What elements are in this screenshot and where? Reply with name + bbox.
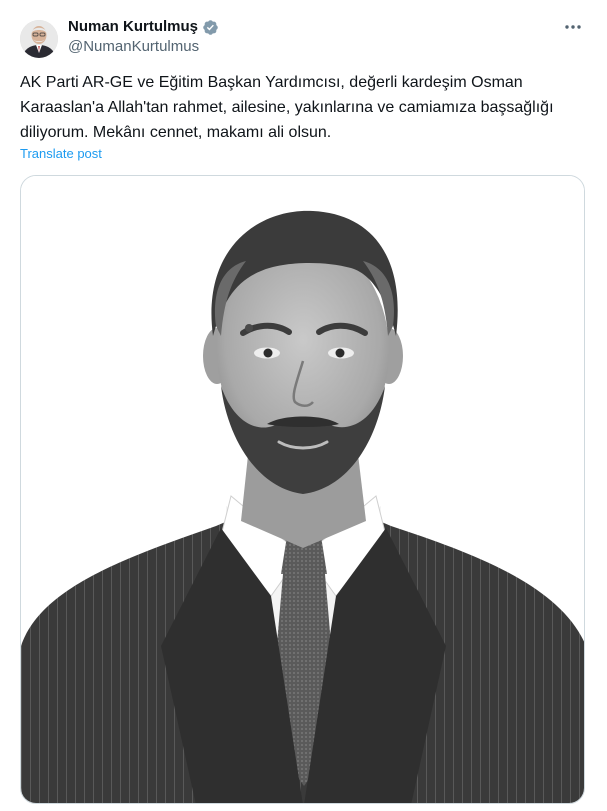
more-options-button[interactable] — [561, 17, 585, 37]
author-name-row: Numan Kurtulmuş — [68, 17, 219, 37]
more-horizontal-icon — [565, 25, 581, 29]
translate-post-link[interactable]: Translate post — [20, 146, 102, 162]
tweet-text: AK Parti AR-GE ve Eğitim Başkan Yardımcı… — [20, 74, 554, 141]
portrait-photo — [21, 176, 584, 803]
author-avatar[interactable] — [20, 20, 58, 58]
verified-badge-icon — [202, 19, 219, 36]
tweet-photo[interactable] — [20, 175, 585, 804]
author-handle[interactable]: @NumanKurtulmus — [68, 37, 199, 57]
tweet: Numan Kurtulmuş @NumanKurtulmus AK Parti… — [0, 0, 607, 811]
author-display-name[interactable]: Numan Kurtulmuş — [68, 17, 198, 37]
